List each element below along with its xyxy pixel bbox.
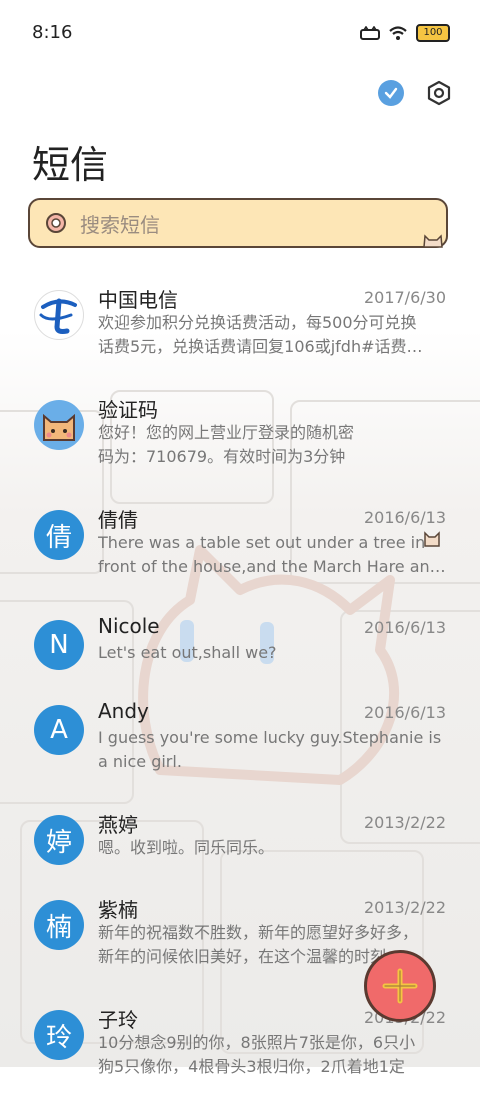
message-date: 2017/6/30 [363, 288, 446, 307]
telecom-logo-icon [34, 290, 84, 340]
message-preview: There was a table set out under a tree i… [98, 533, 446, 576]
wifi-icon [389, 26, 407, 40]
contact-avatar: N [34, 620, 84, 670]
contact-avatar: 倩 [34, 510, 84, 560]
contact-name: 倩倩 [98, 508, 138, 532]
message-date: 2016/6/13 [363, 618, 446, 637]
contact-name: 验证码 [98, 398, 158, 422]
conversation-item[interactable]: 中国电信 2017/6/30 欢迎参加积分兑换话费活动，每500分可兑换 话费5… [0, 270, 480, 380]
status-bar: 8:16 100 [0, 0, 480, 68]
search-input[interactable]: 搜索短信 [28, 198, 448, 248]
contact-avatar: 楠 [34, 900, 84, 950]
message-date: 2013/2/22 [363, 813, 446, 832]
clock: 8:16 [32, 22, 73, 43]
cat-avatar-icon [34, 400, 84, 450]
search-placeholder: 搜索短信 [80, 212, 160, 237]
new-message-button[interactable] [364, 950, 436, 1022]
cat-decor-icon [423, 234, 443, 248]
message-preview: 嗯。收到啦。同乐同乐。 [98, 838, 275, 857]
check-circle-icon[interactable] [378, 80, 404, 106]
message-date: 2016/6/13 [363, 703, 446, 722]
add-icon [382, 968, 418, 1004]
message-preview: 10分想念9别的你，8张照片7张是你，6只小 狗5只像你，4根骨头3根归你，2爪… [98, 1033, 416, 1076]
contact-avatar: A [34, 705, 84, 755]
conversation-item[interactable]: 婷 燕婷 2013/2/22 嗯。收到啦。同乐同乐。 [0, 795, 480, 880]
settings-hex-icon[interactable] [426, 80, 452, 106]
message-preview: 您好！您的网上营业厅登录的随机密 码为：710679。有效时间为3分钟 [98, 423, 355, 466]
search-icon [46, 213, 66, 233]
contact-name: 紫楠 [98, 898, 138, 922]
conversation-item[interactable]: 倩 倩倩 2016/6/13 There was a table set out… [0, 490, 480, 600]
message-preview: 欢迎参加积分兑换话费活动，每500分可兑换 话费5元，兑换话费请回复106或jf… [98, 313, 423, 356]
cellular-icon [360, 26, 380, 40]
contact-name: 燕婷 [98, 813, 138, 837]
message-preview: Let's eat out,shall we? [98, 643, 277, 662]
message-preview: I guess you're some lucky guy.Stephanie … [98, 728, 442, 771]
page-title: 短信 [32, 143, 109, 187]
contact-name: Nicole [98, 614, 160, 638]
contact-name: Andy [98, 699, 149, 723]
contact-avatar: 玲 [34, 1010, 84, 1060]
contact-avatar: 婷 [34, 815, 84, 865]
contact-name: 子玲 [98, 1008, 138, 1032]
battery-indicator: 100 [416, 24, 450, 42]
message-date: 2013/2/22 [363, 898, 446, 917]
conversation-item[interactable]: A Andy 2016/6/13 I guess you're some luc… [0, 685, 480, 795]
conversation-item[interactable]: N Nicole 2016/6/13 Let's eat out,shall w… [0, 600, 480, 685]
contact-name: 中国电信 [98, 288, 178, 312]
message-date: 2016/6/13 [363, 508, 446, 527]
conversation-item[interactable]: 验证码 您好！您的网上营业厅登录的随机密 码为：710679。有效时间为3分钟 [0, 380, 480, 547]
